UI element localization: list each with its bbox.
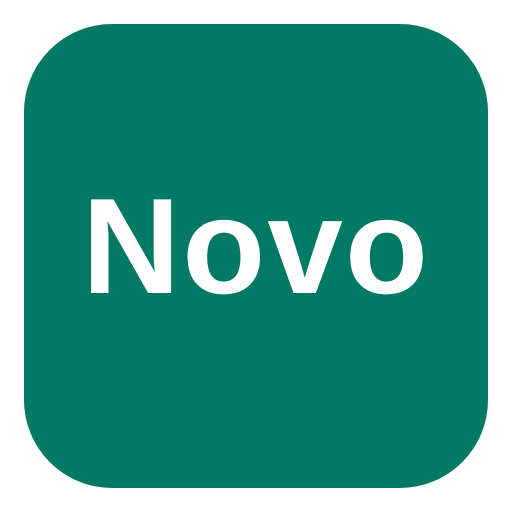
app-icon-label: Novo <box>82 170 430 322</box>
canvas: Novo <box>0 0 512 512</box>
novo-app-icon[interactable]: Novo <box>24 24 488 488</box>
